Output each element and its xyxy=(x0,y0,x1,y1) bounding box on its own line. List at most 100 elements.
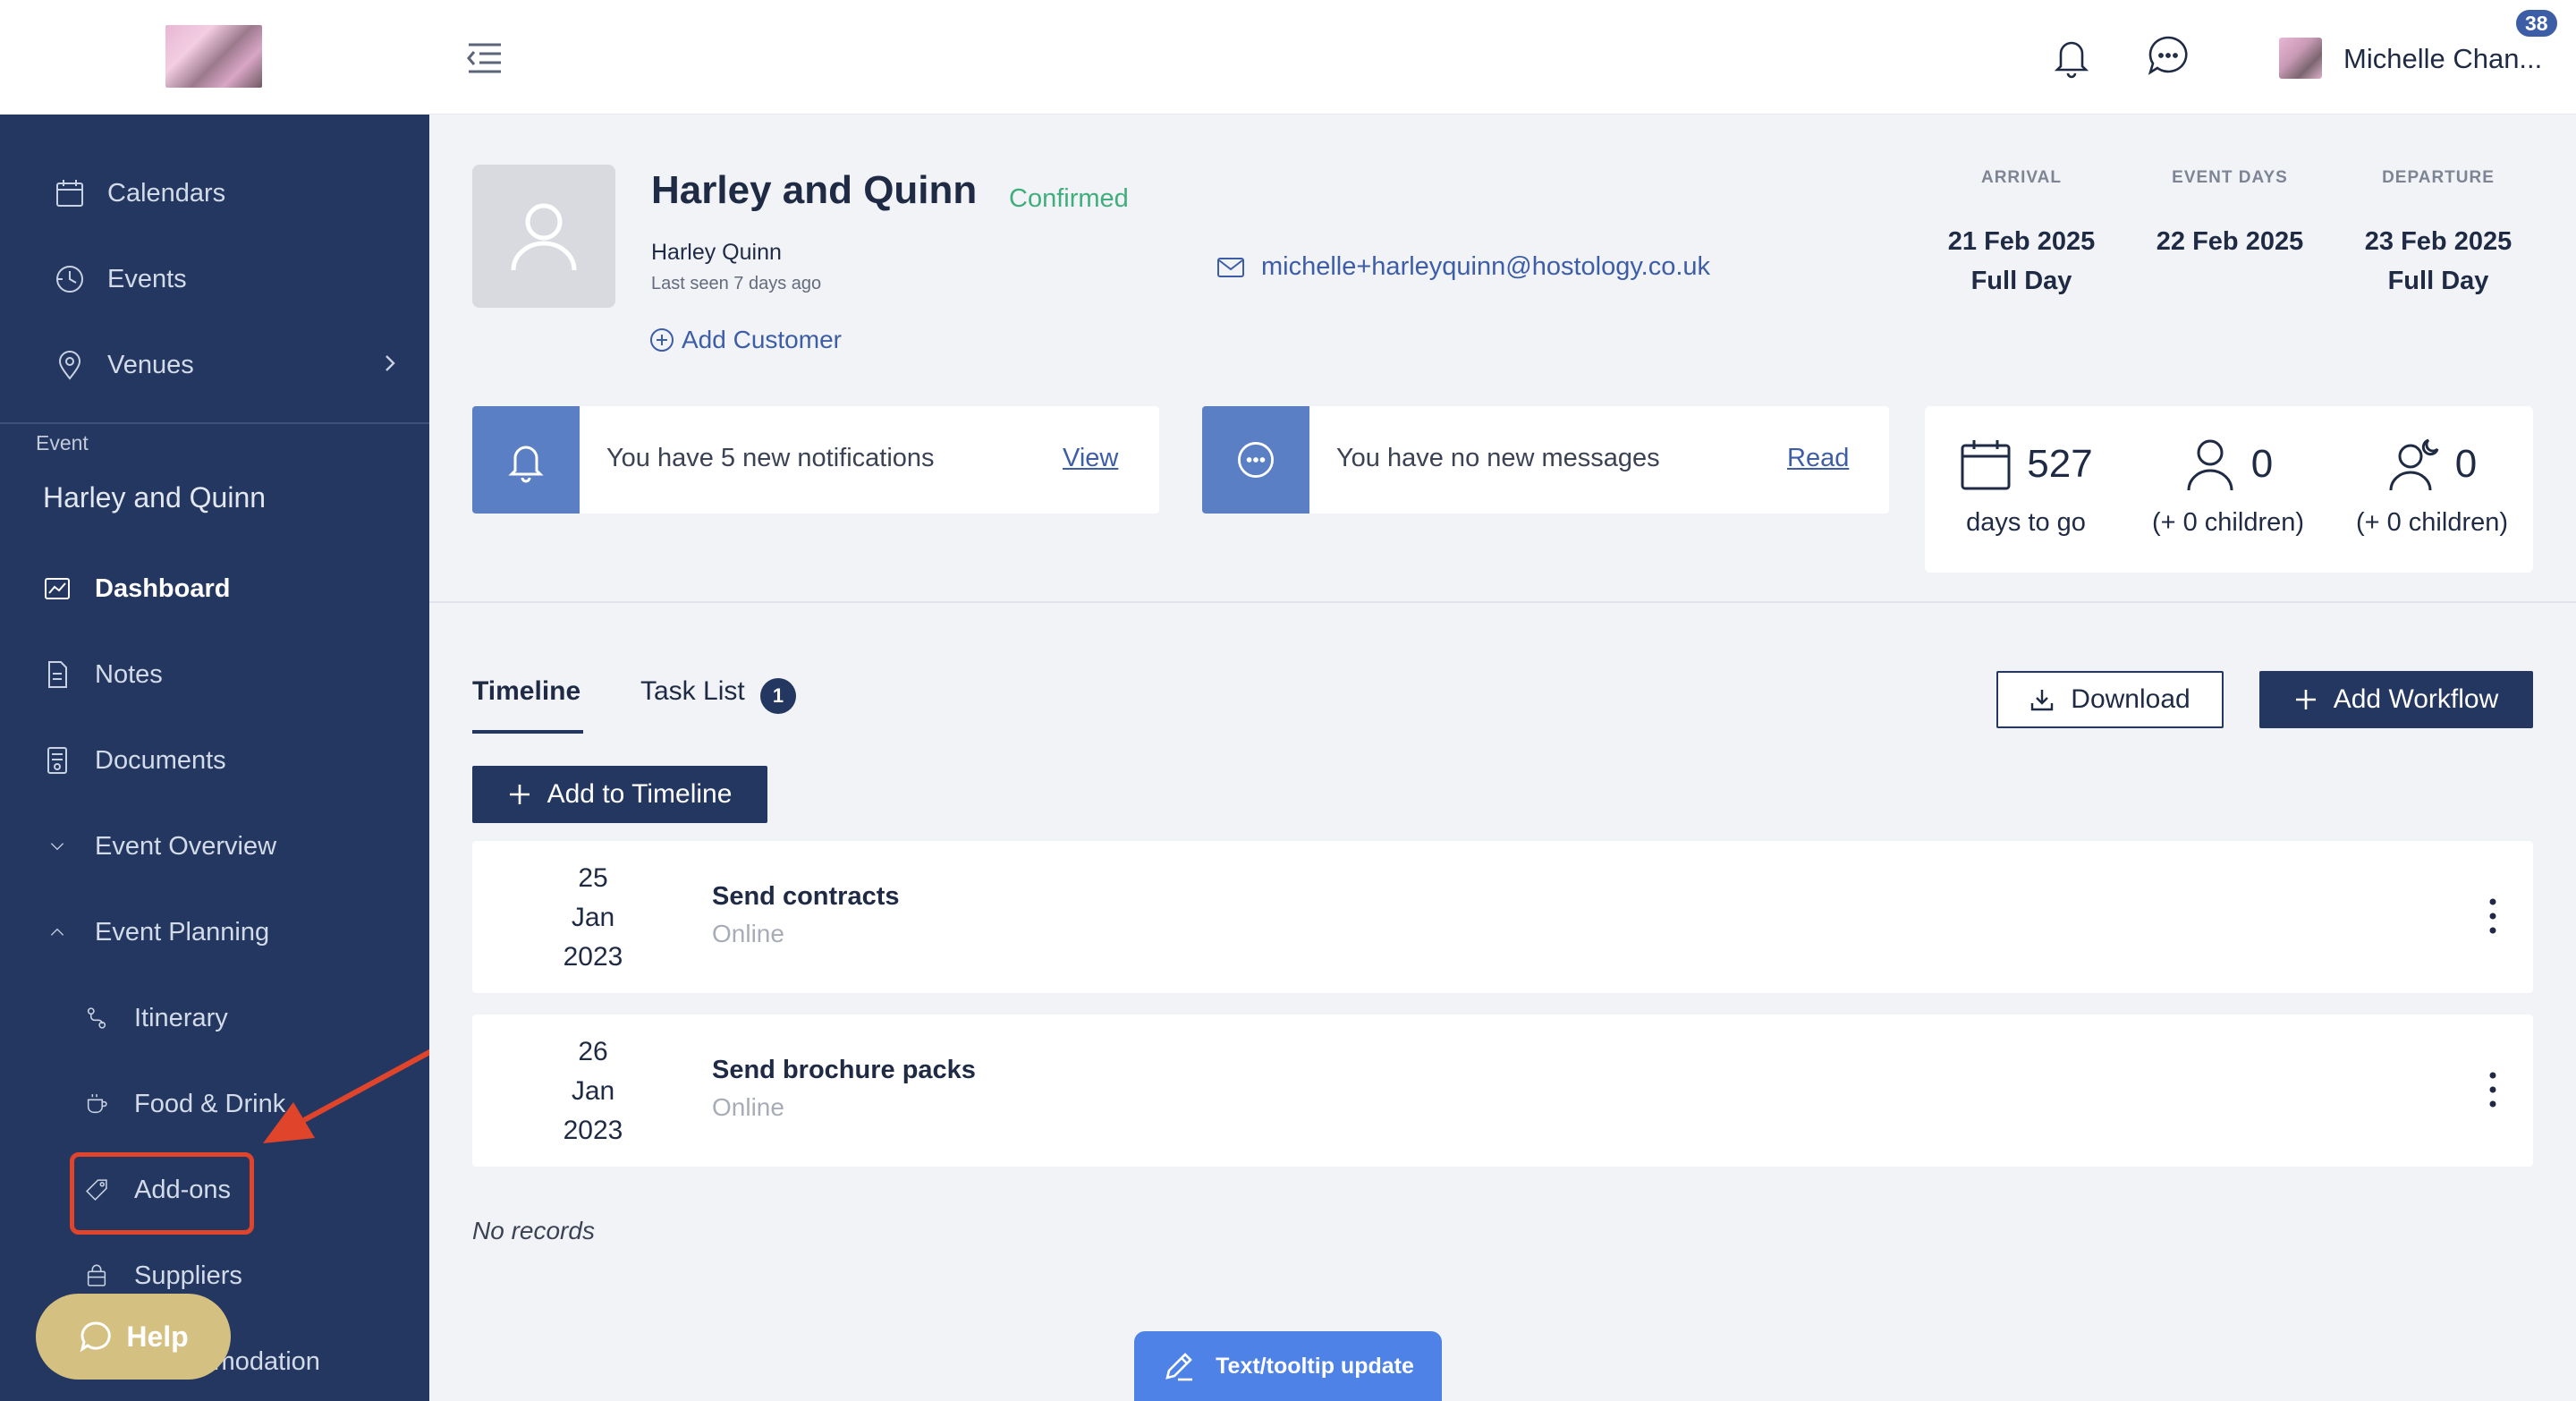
view-notifications-link[interactable]: View xyxy=(1063,444,1118,473)
plus-circle-icon xyxy=(650,328,674,352)
timeline-day: 25 xyxy=(578,863,608,893)
sidebar-item-notes[interactable]: Notes xyxy=(39,648,163,701)
guests-value: 0 xyxy=(2250,442,2274,486)
sidebar-section-label: Event xyxy=(36,431,89,454)
notifications-bell[interactable] xyxy=(2046,30,2097,81)
task-count-badge: 1 xyxy=(760,678,796,714)
calendar-icon xyxy=(52,175,88,211)
sidebar-item-events[interactable]: Events xyxy=(52,252,187,306)
days-value: 527 xyxy=(2027,442,2093,486)
sidebar-item-label: Events xyxy=(107,264,187,293)
sidebar-divider xyxy=(0,422,429,424)
logo-area xyxy=(0,0,429,115)
bag-icon xyxy=(79,1258,114,1294)
document-icon xyxy=(39,743,75,778)
customer-name: Harley Quinn xyxy=(651,240,782,265)
main-content: Harley and Quinn Confirmed Harley Quinn … xyxy=(429,115,2576,1401)
sidebar-item-venues[interactable]: Venues xyxy=(52,338,194,392)
help-button[interactable]: Help xyxy=(36,1294,231,1380)
pencil-icon xyxy=(1165,1353,1193,1381)
text-tooltip-update-button[interactable]: Text/tooltip update xyxy=(1134,1331,1442,1401)
departure-date-value: 23 Feb 2025 xyxy=(2364,227,2512,256)
chevron-right-icon[interactable] xyxy=(383,351,399,376)
add-customer-link[interactable]: Add Customer xyxy=(649,326,842,354)
timeline-channel: Online xyxy=(712,920,784,947)
tooltip-update-label: Text/tooltip update xyxy=(1216,1353,1414,1379)
customer-avatar xyxy=(472,165,615,308)
sidebar-item-dashboard[interactable]: Dashboard xyxy=(39,562,230,616)
read-messages-link[interactable]: Read xyxy=(1787,444,1849,473)
messages-card: You have no new messages Read xyxy=(1202,406,1889,514)
chevron-up-icon xyxy=(39,914,75,950)
sidebar-item-label: Itinerary xyxy=(134,1003,228,1032)
add-workflow-button[interactable]: Add Workflow xyxy=(2259,671,2533,728)
overnight-stat: 0 (+ 0 children) xyxy=(2331,433,2533,538)
timeline-date: 26 Jan 2023 xyxy=(526,1032,660,1151)
bell-icon-box xyxy=(472,406,580,514)
event-days-label: EVENT DAYS xyxy=(2172,168,2288,187)
event-days-date: 22 Feb 2025 xyxy=(2156,227,2304,256)
guests-label: (+ 0 children) xyxy=(2151,508,2305,537)
days-to-go-stat: 527 days to go xyxy=(1925,433,2127,538)
arrival-date: ARRIVAL 21 Feb 2025 Full Day xyxy=(1923,168,2120,301)
messages-button[interactable] xyxy=(2143,30,2193,81)
add-to-timeline-button[interactable]: Add to Timeline xyxy=(472,766,767,823)
active-tab-indicator xyxy=(472,730,583,734)
sidebar: Calendars Events Venues Event Harley and… xyxy=(0,0,429,1401)
notifications-badge: 38 xyxy=(2513,7,2560,39)
menu-toggle-icon[interactable] xyxy=(465,39,504,75)
bell-icon xyxy=(508,446,544,483)
sidebar-event-name[interactable]: Harley and Quinn xyxy=(43,481,266,514)
days-label: days to go xyxy=(1966,508,2086,537)
avatar[interactable] xyxy=(2279,38,2322,79)
timeline-year: 2023 xyxy=(563,942,623,972)
no-records-text: No records xyxy=(472,1217,595,1244)
event-days: EVENT DAYS 22 Feb 2025 xyxy=(2131,168,2328,261)
sidebar-item-label: Event Overview xyxy=(95,831,277,861)
chat-icon-box xyxy=(1202,406,1309,514)
more-vertical-icon[interactable] xyxy=(2487,1070,2499,1109)
download-label: Download xyxy=(2071,684,2190,714)
departure-date: DEPARTURE 23 Feb 2025 Full Day xyxy=(2340,168,2537,301)
sidebar-item-itinerary[interactable]: Itinerary xyxy=(79,991,228,1045)
chat-bubble-icon xyxy=(80,1321,112,1353)
timeline-row[interactable]: 26 Jan 2023 Send brochure packs Online xyxy=(472,1015,2533,1167)
download-button[interactable]: Download xyxy=(1996,671,2224,728)
tab-task-list[interactable]: Task List xyxy=(640,676,745,707)
timeline-row[interactable]: 25 Jan 2023 Send contracts Online xyxy=(472,841,2533,993)
topbar: 38 1 Michelle Chan... xyxy=(429,0,2576,115)
arrival-note: Full Day xyxy=(1970,267,2072,295)
more-vertical-icon[interactable] xyxy=(2487,896,2499,936)
user-icon xyxy=(2187,439,2233,491)
sidebar-item-event-planning[interactable]: Event Planning xyxy=(39,905,269,959)
user-name[interactable]: Michelle Chan... xyxy=(2343,43,2542,75)
plus-icon xyxy=(2295,690,2316,709)
bell-icon xyxy=(2054,41,2089,79)
logo[interactable] xyxy=(165,25,262,88)
customer-email-link[interactable]: michelle+harleyquinn@hostology.co.uk xyxy=(1216,252,1710,282)
page-title: Harley and Quinn xyxy=(651,168,978,212)
timeline-channel: Online xyxy=(712,1093,784,1121)
notifications-card: You have 5 new notifications View xyxy=(472,406,1159,514)
user-icon xyxy=(511,203,577,271)
notifications-text: You have 5 new notifications xyxy=(606,444,935,472)
status-badge: Confirmed xyxy=(1009,184,1129,213)
timeline-title: Send brochure packs xyxy=(712,1056,976,1084)
timeline-year: 2023 xyxy=(563,1116,623,1145)
stats-card: 527 days to go 0 (+ 0 children) 0 (+ 0 c… xyxy=(1925,406,2533,573)
add-customer-label: Add Customer xyxy=(682,326,842,353)
arrival-date-value: 21 Feb 2025 xyxy=(1947,227,2096,256)
sidebar-item-event-overview[interactable]: Event Overview xyxy=(39,819,276,873)
sidebar-item-calendars[interactable]: Calendars xyxy=(52,166,225,220)
sidebar-item-label: Documents xyxy=(95,745,226,775)
sidebar-item-documents[interactable]: Documents xyxy=(39,734,226,787)
clock-icon xyxy=(52,261,88,297)
add-to-timeline-label: Add to Timeline xyxy=(547,779,733,809)
overnight-value: 0 xyxy=(2454,442,2478,486)
arrow-annotation xyxy=(263,1049,429,1143)
overnight-label: (+ 0 children) xyxy=(2355,508,2509,537)
cup-icon xyxy=(79,1086,114,1122)
email-text: michelle+harleyquinn@hostology.co.uk xyxy=(1261,252,1711,281)
tab-timeline[interactable]: Timeline xyxy=(472,676,580,707)
sidebar-item-label: Venues xyxy=(107,350,194,379)
